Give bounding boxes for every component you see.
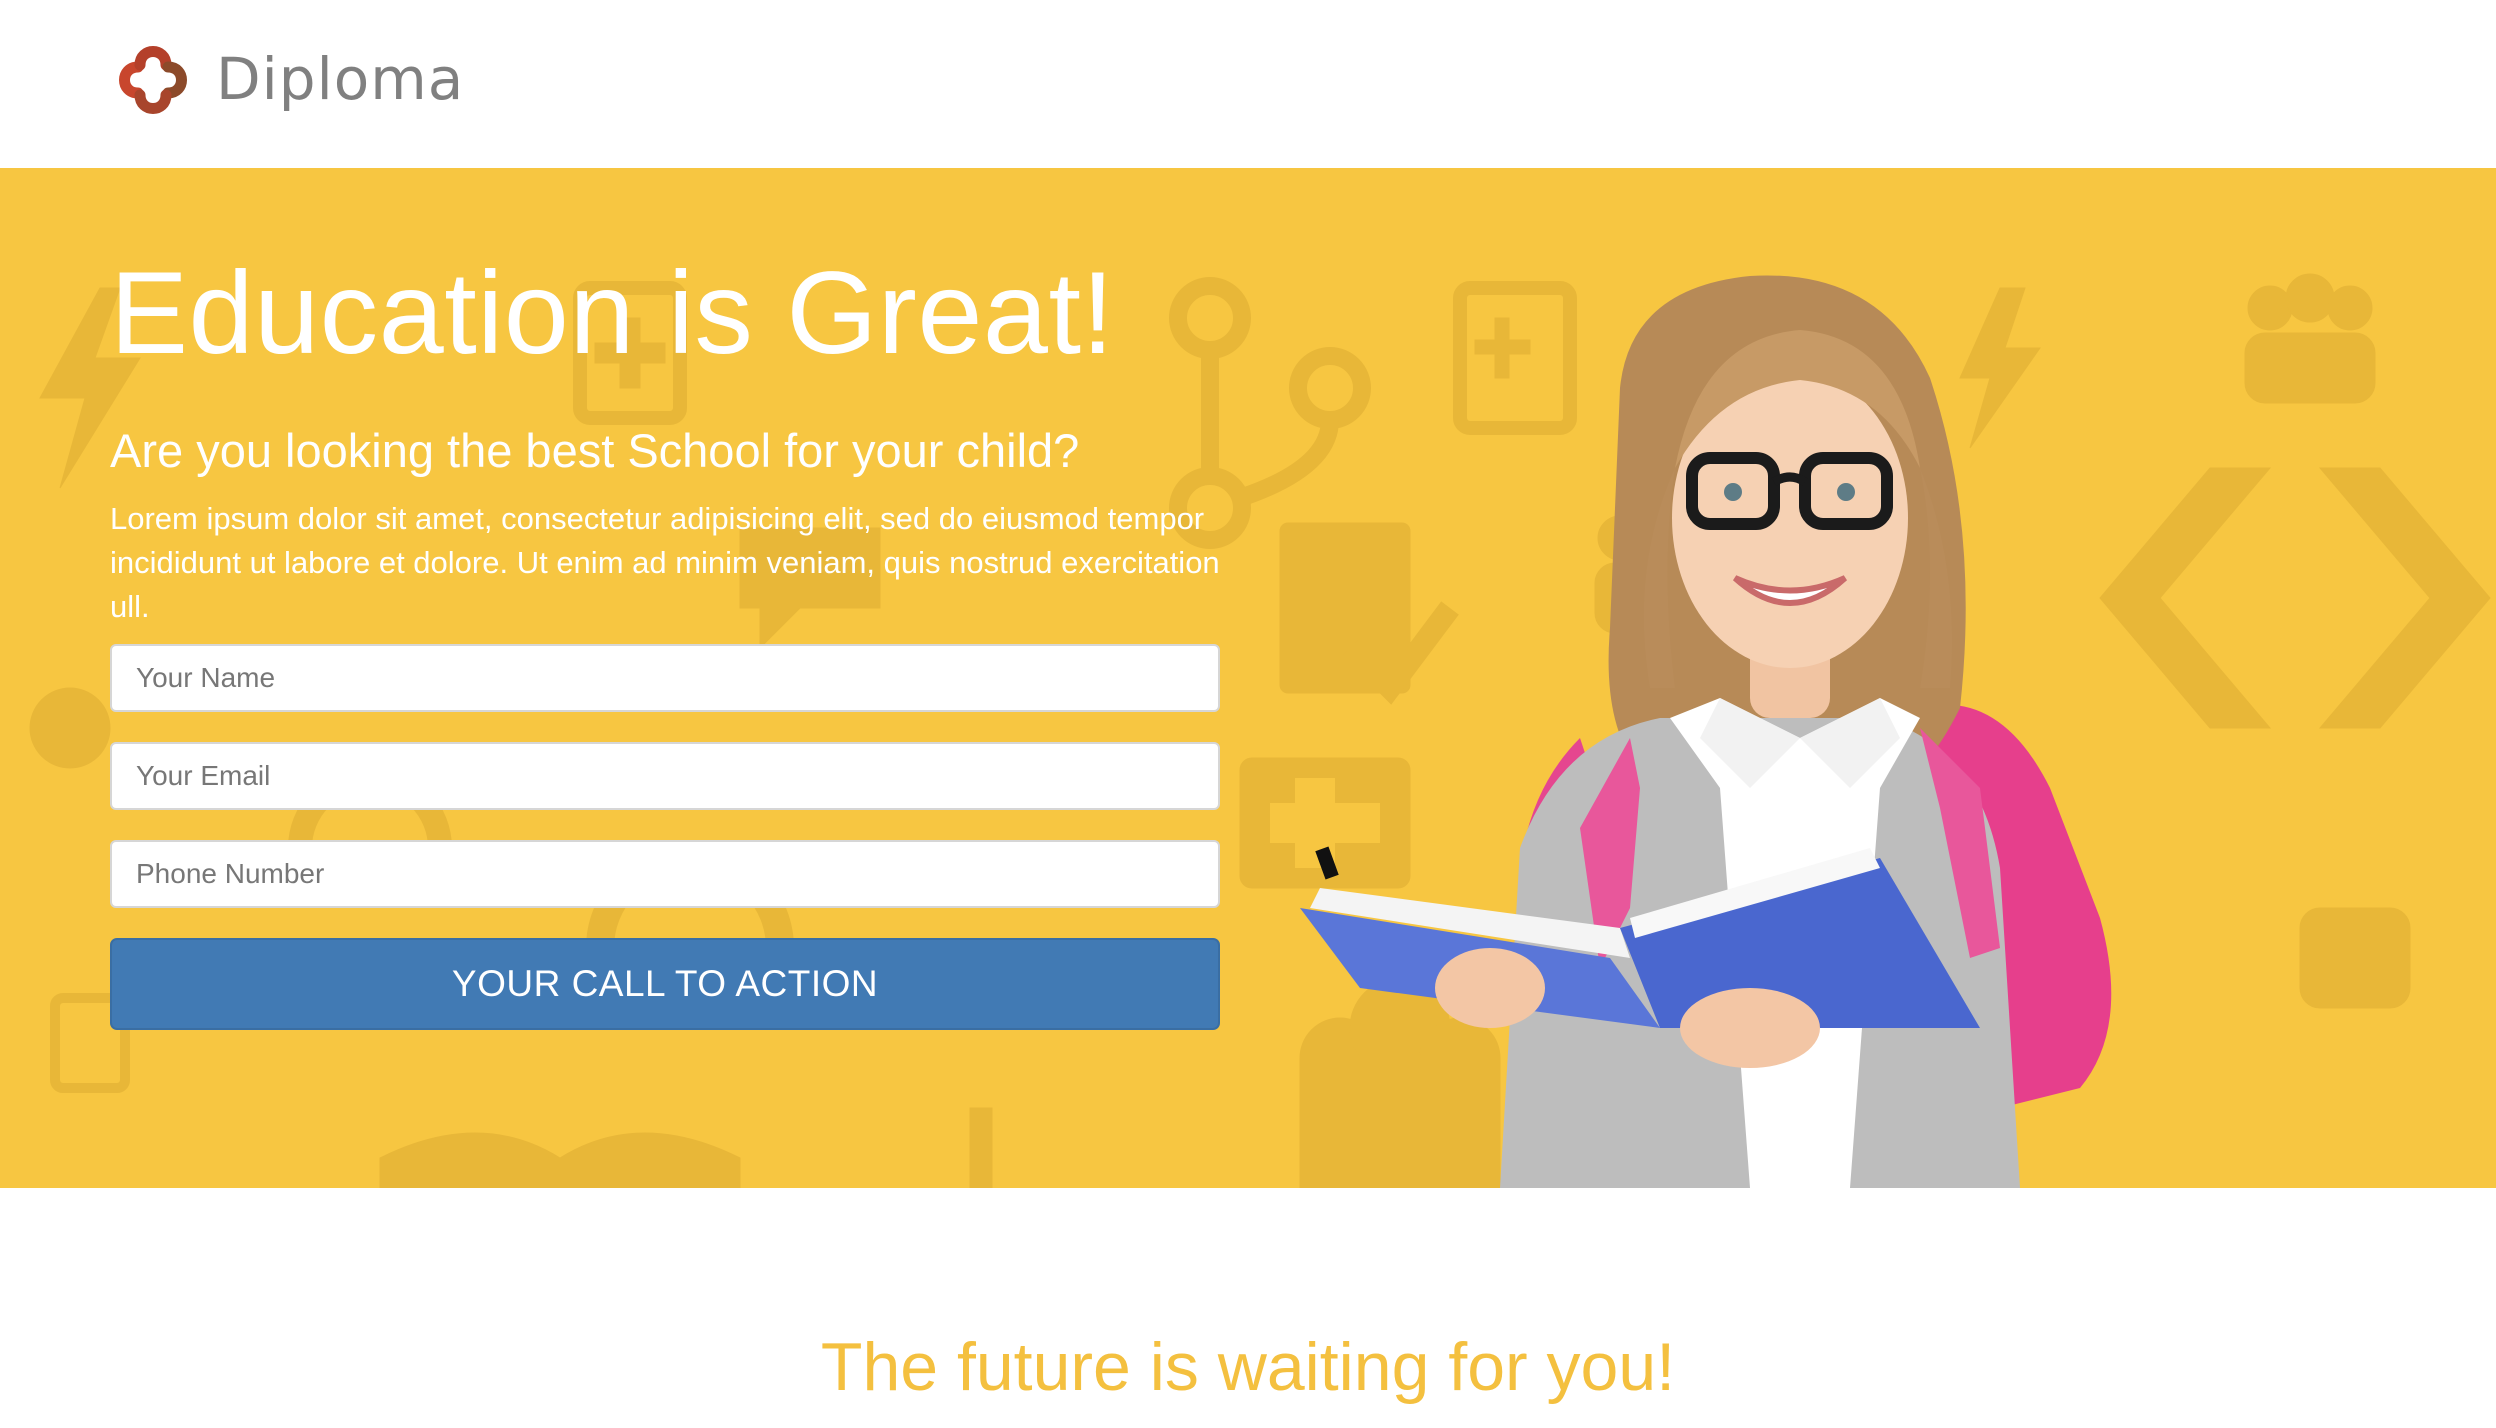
brand-logo-link[interactable]: Diploma	[110, 34, 464, 124]
hero-subtitle: Are you looking the best School for your…	[110, 423, 1080, 477]
brand-name: Diploma	[216, 45, 465, 113]
section-heading: The future is waiting for you!	[820, 1329, 1676, 1405]
hero-text: Education is Great! Are you looking the …	[110, 246, 1220, 629]
student-girl-with-book-photo	[1300, 275, 2112, 1188]
diploma-logo-icon	[119, 46, 187, 114]
name-input[interactable]	[110, 644, 1220, 712]
email-input[interactable]	[110, 742, 1220, 810]
call-to-action-button[interactable]: YOUR CALL TO ACTION	[110, 938, 1220, 1030]
hero-description: Lorem ipsum dolor sit amet, consectetur …	[110, 500, 1220, 624]
lead-form: YOUR CALL TO ACTION	[110, 644, 1220, 1030]
phone-input[interactable]	[110, 840, 1220, 908]
hero-section: Education is Great! Are you looking the …	[0, 168, 2496, 1188]
site-header: Diploma	[0, 0, 2496, 168]
hero-title: Education is Great!	[110, 247, 1115, 378]
